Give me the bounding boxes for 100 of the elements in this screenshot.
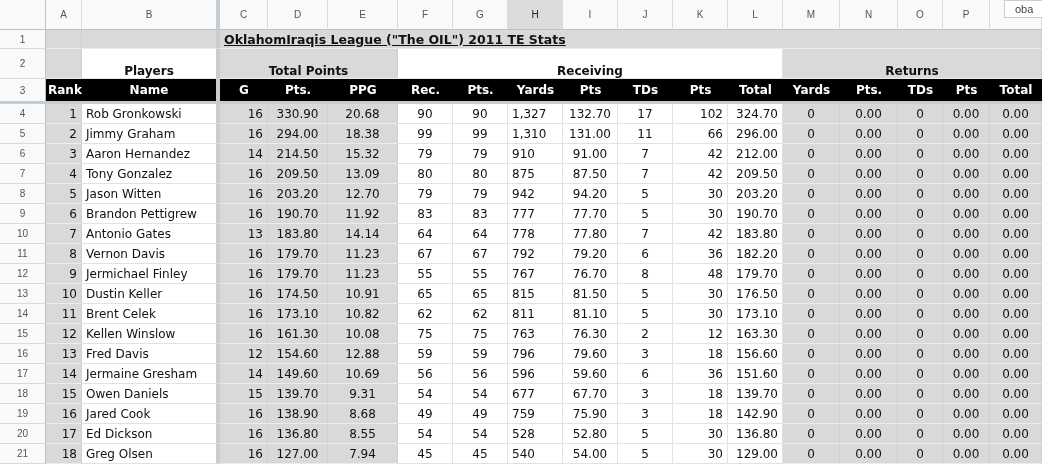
column-header[interactable]: B — [82, 0, 220, 30]
table-cell: 0.00 — [943, 384, 990, 404]
table-cell: 0 — [898, 164, 943, 184]
table-cell: 0.00 — [840, 284, 898, 304]
column-header[interactable]: I — [563, 0, 618, 30]
row-number[interactable]: 21 — [0, 444, 46, 464]
table-cell: 176.50 — [728, 284, 783, 304]
column-header[interactable]: H — [508, 0, 563, 30]
table-cell: 0 — [898, 184, 943, 204]
table-cell: 129.00 — [728, 444, 783, 464]
table-cell: 0 — [783, 104, 840, 124]
row-number[interactable]: 2 — [0, 49, 46, 79]
table-cell: 0 — [898, 364, 943, 384]
table-cell: 0.00 — [943, 264, 990, 284]
table-cell: 75.90 — [563, 404, 618, 424]
table-cell: 5 — [618, 204, 673, 224]
column-header[interactable]: N — [840, 0, 898, 30]
table-cell: 20.68 — [328, 104, 398, 124]
row-number[interactable]: 7 — [0, 164, 46, 184]
group-header: Receiving — [398, 49, 783, 79]
row-number[interactable]: 20 — [0, 424, 46, 444]
table-cell: 16 — [46, 404, 82, 424]
table-cell: 75 — [453, 324, 508, 344]
row-number[interactable]: 9 — [0, 204, 46, 224]
row-number[interactable]: 1 — [0, 30, 46, 49]
row-number[interactable]: 8 — [0, 184, 46, 204]
table-cell: 179.70 — [268, 264, 328, 284]
row-number[interactable]: 13 — [0, 284, 46, 304]
row-number[interactable]: 17 — [0, 364, 46, 384]
table-cell: 16 — [220, 204, 268, 224]
row-number[interactable]: 5 — [0, 124, 46, 144]
table-cell: 16 — [220, 404, 268, 424]
table-cell: 14 — [220, 144, 268, 164]
table-cell: 0.00 — [943, 404, 990, 424]
table-cell: 42 — [673, 144, 728, 164]
column-header[interactable]: D — [268, 0, 328, 30]
table-cell: 59 — [398, 344, 453, 364]
table-cell: 182.20 — [728, 244, 783, 264]
row-number[interactable]: 14 — [0, 304, 46, 324]
table-cell: 16 — [220, 244, 268, 264]
row-number[interactable]: 10 — [0, 224, 46, 244]
table-cell: 528 — [508, 424, 563, 444]
table-cell: 64 — [398, 224, 453, 244]
table-cell: 65 — [398, 284, 453, 304]
table-cell: Tony Gonzalez — [82, 164, 220, 184]
row-number[interactable]: 11 — [0, 244, 46, 264]
table-cell: 83 — [453, 204, 508, 224]
table-cell: 0.00 — [840, 384, 898, 404]
column-heading: Pts. — [268, 79, 328, 104]
column-header[interactable]: K — [673, 0, 728, 30]
table-cell: 55 — [398, 264, 453, 284]
table-cell: Jared Cook — [82, 404, 220, 424]
row-number[interactable]: 15 — [0, 324, 46, 344]
table-cell: 2 — [618, 324, 673, 344]
table-cell: Jimmy Graham — [82, 124, 220, 144]
column-header[interactable]: E — [328, 0, 398, 30]
row-number[interactable]: 12 — [0, 264, 46, 284]
table-cell: 17 — [46, 424, 82, 444]
table-cell: 294.00 — [268, 124, 328, 144]
table-cell: 0.00 — [943, 424, 990, 444]
column-header[interactable]: G — [453, 0, 508, 30]
table-cell: 12 — [46, 324, 82, 344]
column-header[interactable]: L — [728, 0, 783, 30]
table-cell: 30 — [673, 184, 728, 204]
table-cell: 0.00 — [840, 104, 898, 124]
table-cell: 0.00 — [840, 424, 898, 444]
row-number[interactable]: 18 — [0, 384, 46, 404]
table-cell: 174.50 — [268, 284, 328, 304]
column-header[interactable]: A — [46, 0, 82, 30]
column-header[interactable]: J — [618, 0, 673, 30]
table-cell: 5 — [618, 304, 673, 324]
column-header[interactable]: M — [783, 0, 840, 30]
table-cell: 2 — [46, 124, 82, 144]
table-cell: 0.00 — [990, 144, 1042, 164]
table-cell: 1 — [46, 104, 82, 124]
table-cell: 79 — [398, 184, 453, 204]
table-cell: 0.00 — [840, 224, 898, 244]
row-number[interactable]: 16 — [0, 344, 46, 364]
table-cell: 0.00 — [943, 344, 990, 364]
row-number[interactable]: 4 — [0, 104, 46, 124]
table-cell: 54 — [398, 424, 453, 444]
row-number[interactable]: 19 — [0, 404, 46, 424]
table-cell: Brent Celek — [82, 304, 220, 324]
table-cell: 0 — [783, 124, 840, 144]
column-heading: Total — [990, 79, 1042, 104]
table-cell: 80 — [453, 164, 508, 184]
column-header[interactable]: C — [220, 0, 268, 30]
row-number[interactable]: 3 — [0, 79, 46, 104]
table-cell: 132.70 — [563, 104, 618, 124]
table-cell: 0 — [783, 184, 840, 204]
column-header[interactable]: F — [398, 0, 453, 30]
table-cell: 30 — [673, 304, 728, 324]
column-header[interactable]: O — [898, 0, 943, 30]
column-header[interactable]: P — [943, 0, 990, 30]
table-cell: 136.80 — [728, 424, 783, 444]
table-cell: 0.00 — [990, 324, 1042, 344]
corner-cell[interactable] — [0, 0, 46, 30]
table-cell: 62 — [398, 304, 453, 324]
table-cell: 203.20 — [268, 184, 328, 204]
row-number[interactable]: 6 — [0, 144, 46, 164]
